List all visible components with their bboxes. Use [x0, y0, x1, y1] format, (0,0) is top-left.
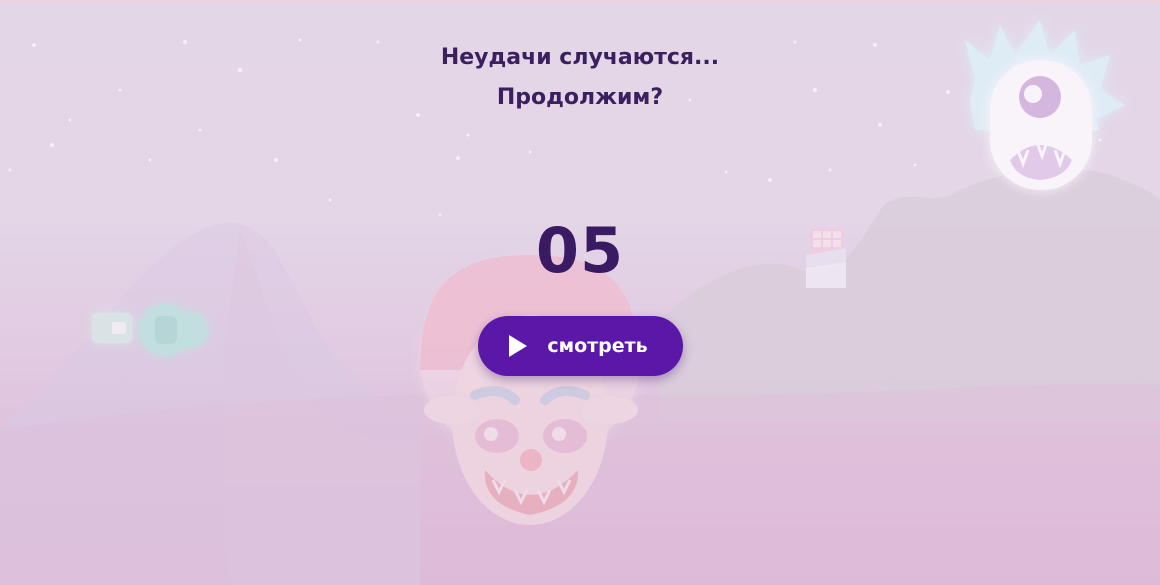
continue-question: Продолжим?: [496, 85, 664, 110]
top-edge: [0, 0, 1160, 2]
watch-ad-button[interactable]: смотреть: [478, 316, 683, 376]
countdown-timer: 05: [535, 214, 625, 287]
play-icon: [509, 335, 528, 357]
fail-title: Неудачи случаются...: [440, 45, 720, 70]
mountain-right: [660, 167, 1160, 420]
watch-button-label: смотреть: [547, 335, 648, 357]
fail-message: Неудачи случаются... Продолжим?: [0, 38, 1160, 118]
